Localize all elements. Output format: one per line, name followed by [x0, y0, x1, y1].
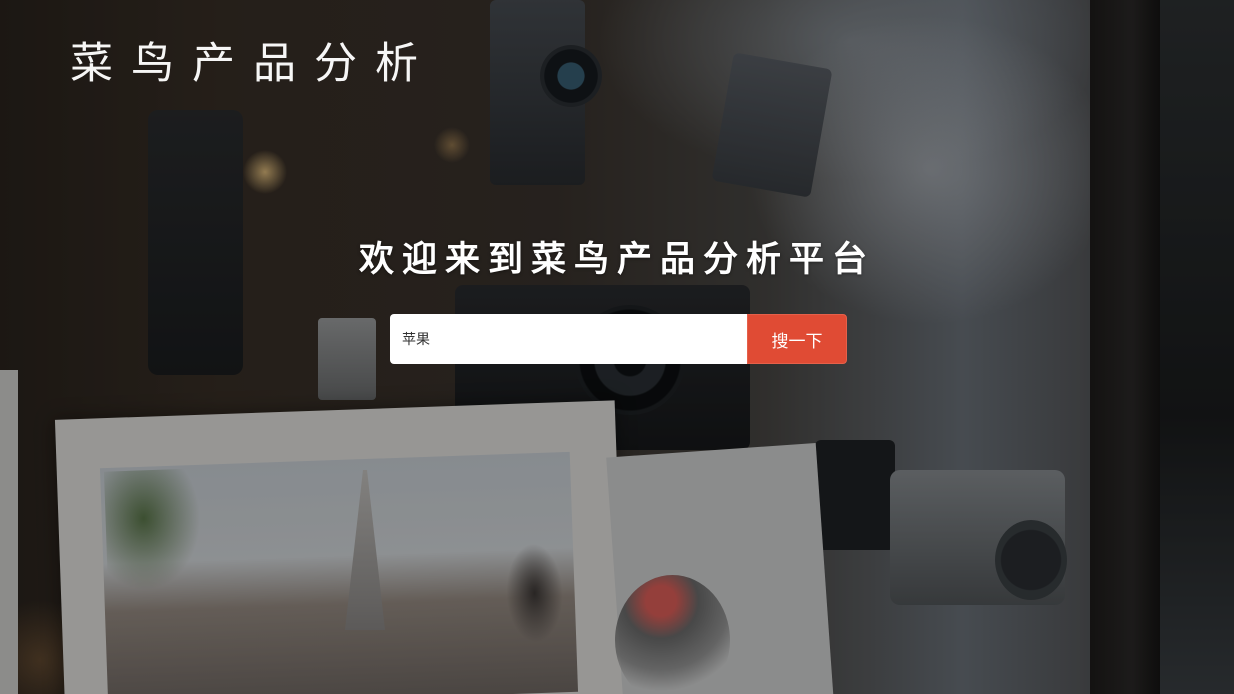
logo-char: 品 — [253, 39, 296, 89]
logo-char: 分 — [314, 39, 357, 89]
logo-char: 鸟 — [131, 39, 174, 89]
search-input[interactable] — [390, 314, 747, 364]
site-logo[interactable]: 菜 鸟 产 品 分 析 — [70, 36, 418, 92]
page: 菜 鸟 产 品 分 析 欢迎来到菜鸟产品分析平台 搜一下 — [0, 0, 1234, 694]
logo-char: 析 — [375, 39, 418, 89]
search-button[interactable]: 搜一下 — [747, 314, 847, 364]
search-bar: 搜一下 — [390, 314, 847, 364]
hero-title: 欢迎来到菜鸟产品分析平台 — [358, 239, 875, 280]
logo-char: 菜 — [70, 39, 113, 89]
logo-char: 产 — [192, 39, 235, 89]
